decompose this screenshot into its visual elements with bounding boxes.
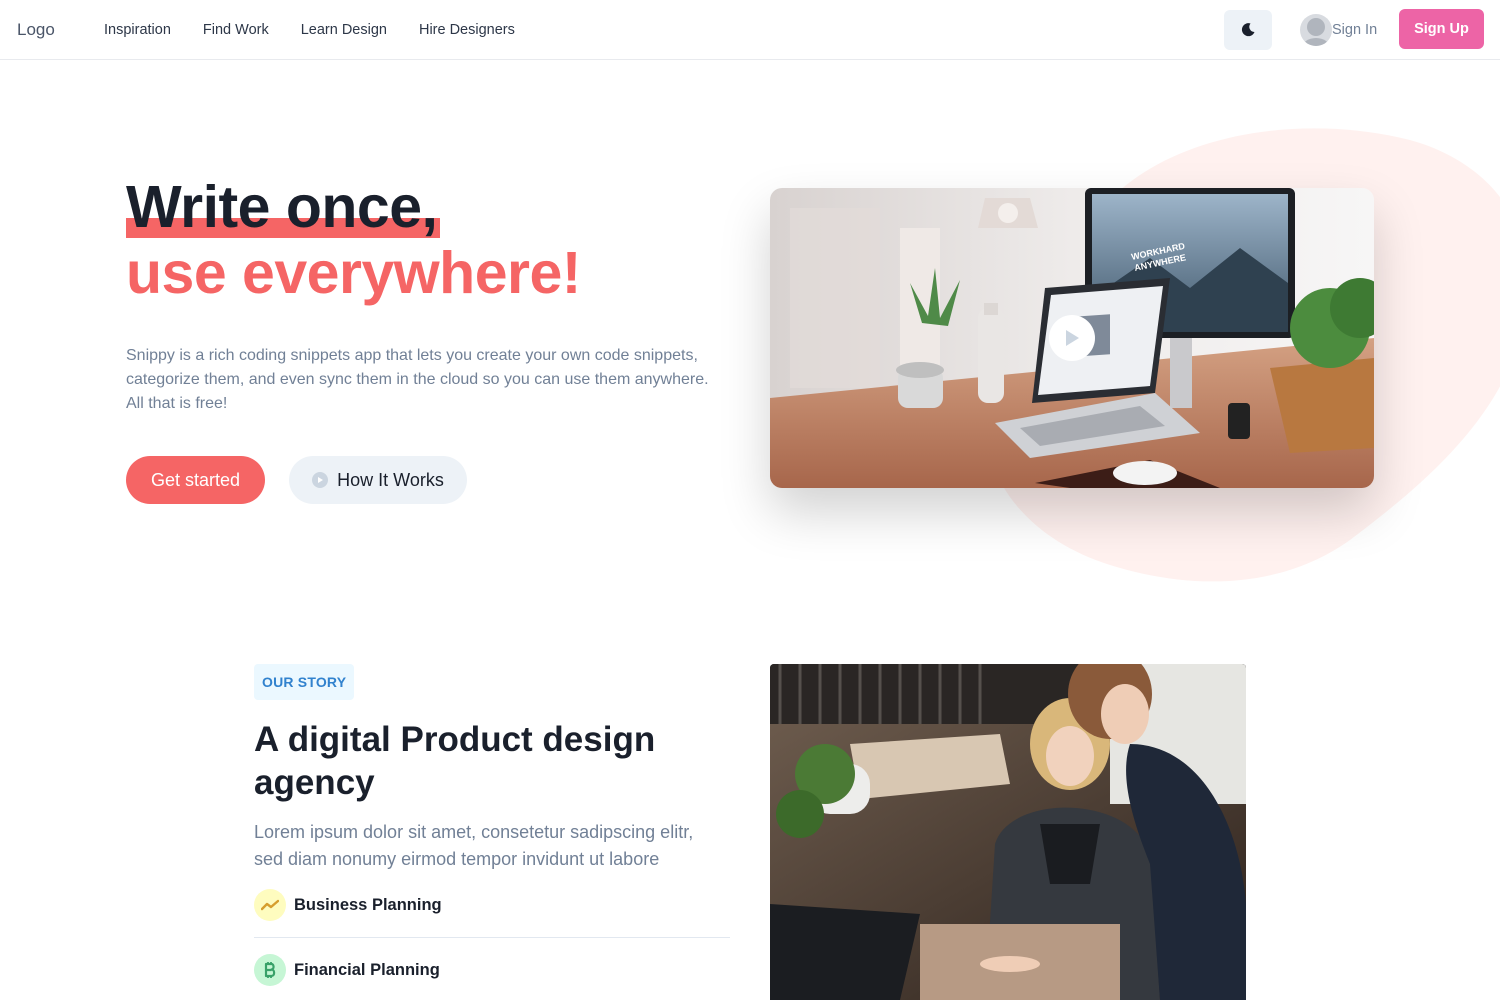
how-it-works-label: How It Works bbox=[337, 469, 444, 490]
team-photo bbox=[770, 664, 1246, 1000]
story-description: Lorem ipsum dolor sit amet, consetetur s… bbox=[254, 822, 694, 869]
play-circle-icon bbox=[312, 472, 329, 488]
feature-financial-planning: Financial Planning bbox=[254, 954, 440, 986]
hero-title-line1: Write once, bbox=[126, 174, 441, 240]
sign-up-button[interactable]: Sign Up bbox=[1399, 9, 1484, 49]
theme-toggle-button[interactable] bbox=[1224, 10, 1272, 50]
nav-link-learn-design[interactable]: Learn Design bbox=[301, 22, 387, 38]
nav-link-inspiration[interactable]: Inspiration bbox=[104, 22, 171, 38]
hero-title: Write once, use everywhere! bbox=[126, 174, 581, 306]
trend-icon bbox=[254, 889, 286, 921]
get-started-button[interactable]: Get started bbox=[126, 456, 265, 504]
hero-title-line2: use everywhere! bbox=[126, 240, 581, 306]
nav-link-hire-designers[interactable]: Hire Designers bbox=[419, 22, 515, 38]
avatar[interactable] bbox=[1300, 14, 1332, 46]
feature-label: Financial Planning bbox=[294, 960, 440, 979]
story-title: A digital Product design agency bbox=[254, 720, 656, 802]
our-story-badge: OUR STORY bbox=[254, 664, 355, 700]
moon-icon bbox=[1241, 23, 1255, 37]
logo[interactable]: Logo bbox=[17, 20, 55, 40]
feature-business-planning: Business Planning bbox=[254, 889, 442, 921]
main-nav: Inspiration Find Work Learn Design Hire … bbox=[104, 22, 547, 38]
sign-in-link[interactable]: Sign In bbox=[1332, 22, 1377, 38]
how-it-works-button[interactable]: How It Works bbox=[289, 456, 467, 504]
feature-label: Business Planning bbox=[294, 895, 442, 914]
play-icon bbox=[1066, 330, 1079, 346]
feature-divider bbox=[254, 937, 730, 938]
hero-description: Snippy is a rich coding snippets app tha… bbox=[126, 347, 709, 412]
navbar: Logo Inspiration Find Work Learn Design … bbox=[0, 0, 1500, 60]
video-play-button[interactable] bbox=[1049, 315, 1095, 361]
bitcoin-icon bbox=[254, 954, 286, 986]
nav-link-find-work[interactable]: Find Work bbox=[203, 22, 269, 38]
hero-video[interactable]: WORKHARD ANYWHERE bbox=[770, 188, 1374, 488]
